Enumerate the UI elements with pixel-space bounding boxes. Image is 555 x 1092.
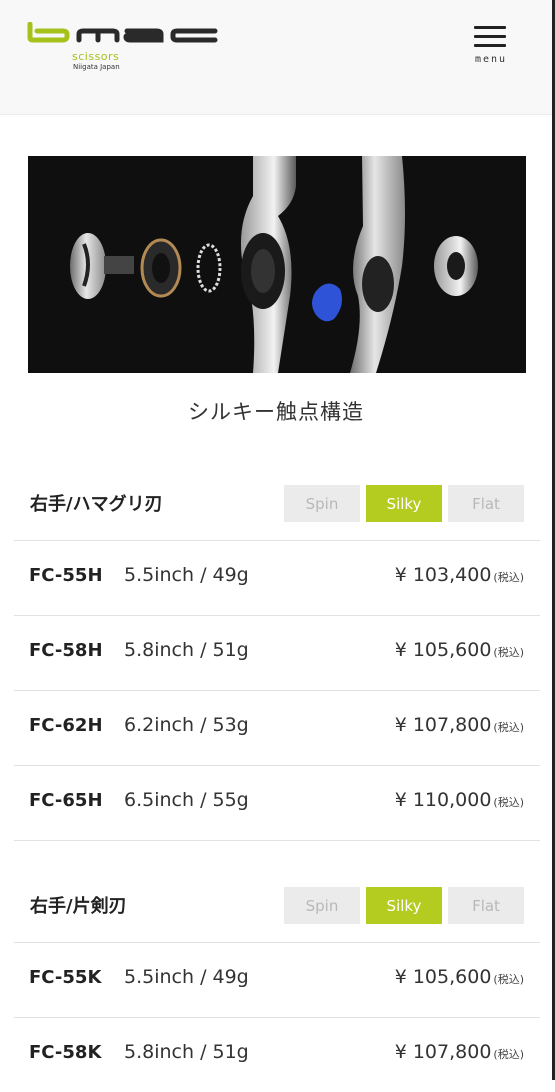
model-price: ¥ 105,600 (税込): [394, 966, 524, 988]
model-spec: 5.5inch / 49g: [124, 966, 249, 988]
product-row[interactable]: FC-58H 5.8inch / 51g ¥ 105,600 (税込): [14, 615, 540, 690]
tab-silky[interactable]: Silky: [366, 485, 442, 522]
model-price: ¥ 105,600 (税込): [394, 639, 524, 661]
product-row[interactable]: FC-55K 5.5inch / 49g ¥ 105,600 (税込): [14, 942, 540, 1017]
product-row[interactable]: FC-58K 5.8inch / 51g ¥ 107,800 (税込): [14, 1017, 540, 1092]
tab-flat[interactable]: Flat: [448, 485, 524, 522]
model-price: ¥ 107,800 (税込): [394, 1041, 524, 1063]
logo-location: Niigata Japan: [73, 63, 120, 71]
product-row[interactable]: FC-55H 5.5inch / 49g ¥ 103,400 (税込): [14, 540, 540, 615]
model-spec: 5.8inch / 51g: [124, 639, 249, 661]
tax-note: (税込): [493, 721, 524, 734]
model-price: ¥ 110,000 (税込): [394, 789, 524, 811]
model-price: ¥ 103,400 (税込): [394, 564, 524, 586]
tax-note: (税込): [493, 571, 524, 584]
tab-spin[interactable]: Spin: [284, 887, 360, 924]
model-number: FC-62H: [29, 715, 103, 736]
model-number: FC-58K: [29, 1042, 102, 1063]
section-title: 右手/片剣刃: [30, 896, 127, 917]
tab-spin[interactable]: Spin: [284, 485, 360, 522]
tax-note: (税込): [493, 1048, 524, 1061]
model-number: FC-65H: [29, 790, 103, 811]
model-spec: 5.8inch / 51g: [124, 1041, 249, 1063]
product-row[interactable]: FC-62H 6.2inch / 53g ¥ 107,800 (税込): [14, 690, 540, 765]
model-spec: 6.2inch / 53g: [124, 714, 249, 736]
tax-note: (税込): [493, 973, 524, 986]
logo-subtitle: scissors: [72, 50, 120, 63]
scissor-parts-illustration: [28, 156, 526, 373]
tax-note: (税込): [493, 796, 524, 809]
blade-type-tabs: Spin Silky Flat: [284, 887, 526, 924]
model-number: FC-55K: [29, 967, 102, 988]
product-row[interactable]: FC-65H 6.5inch / 55g ¥ 110,000 (税込): [14, 765, 540, 841]
tax-note: (税込): [493, 646, 524, 659]
bmac-logo[interactable]: bmac: [27, 22, 227, 78]
site-header: bmac scissors Niigata Japan menu: [0, 0, 552, 115]
menu-button[interactable]: menu: [466, 24, 516, 70]
model-spec: 5.5inch / 49g: [124, 564, 249, 586]
tab-flat[interactable]: Flat: [448, 887, 524, 924]
model-number: FC-55H: [29, 565, 103, 586]
hero-image: [28, 156, 526, 373]
blade-type-tabs: Spin Silky Flat: [284, 485, 526, 522]
hamburger-icon: [474, 26, 506, 29]
tab-silky[interactable]: Silky: [366, 887, 442, 924]
model-price: ¥ 107,800 (税込): [394, 714, 524, 736]
model-number: FC-58H: [29, 640, 103, 661]
section-title: 右手/ハマグリ刃: [30, 494, 163, 515]
model-spec: 6.5inch / 55g: [124, 789, 249, 811]
hero-caption: シルキー触点構造: [188, 400, 364, 424]
menu-label: menu: [474, 54, 508, 65]
